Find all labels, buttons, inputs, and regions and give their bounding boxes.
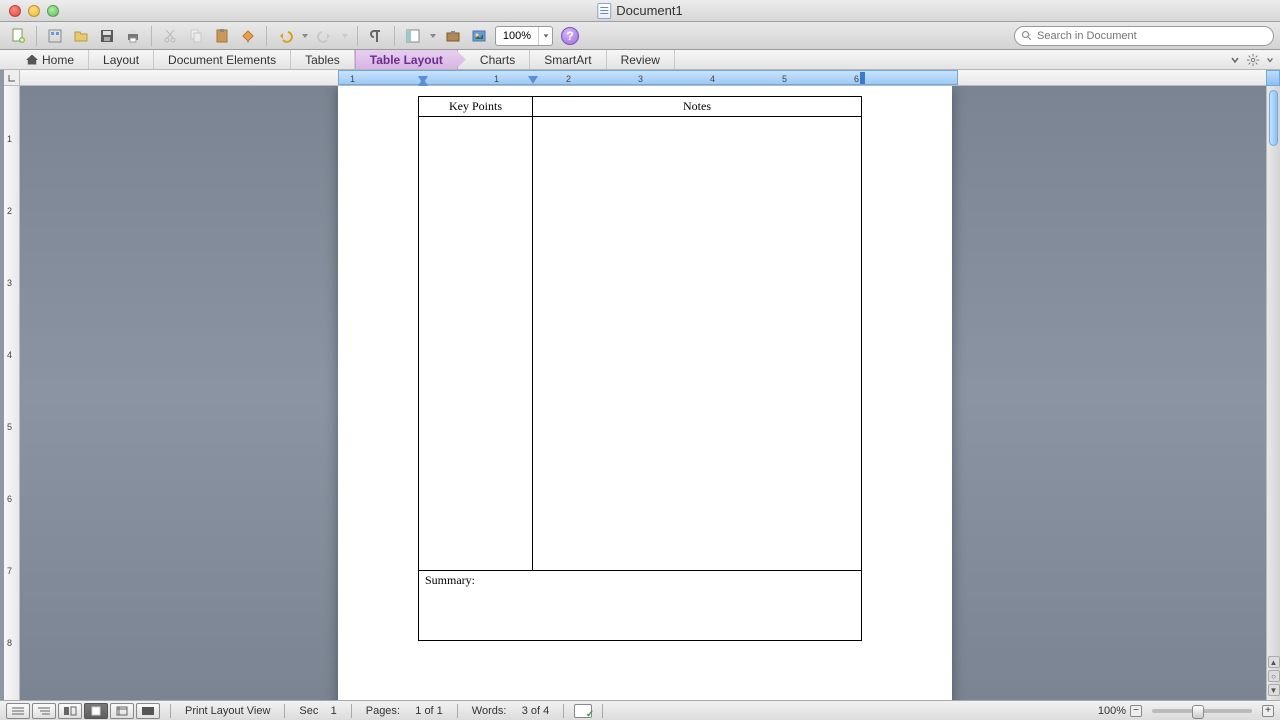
toolbar-separator <box>266 26 267 46</box>
ribbon-settings-dropdown[interactable] <box>1266 55 1274 65</box>
format-painter-button[interactable] <box>236 25 260 47</box>
template-button[interactable] <box>43 25 67 47</box>
show-formatting-button[interactable] <box>364 25 388 47</box>
tab-layout[interactable]: Layout <box>89 50 154 69</box>
print-layout-view-button[interactable] <box>84 703 108 719</box>
copy-button[interactable] <box>184 25 208 47</box>
search-box[interactable] <box>1014 26 1274 46</box>
words-indicator[interactable]: Words: 3 of 4 <box>468 705 553 717</box>
zoom-window-button[interactable] <box>47 5 59 17</box>
zoom-dropdown[interactable] <box>538 27 552 45</box>
table-cell-notes[interactable] <box>533 117 862 571</box>
vertical-scrollbar[interactable]: ▲ ○ ▼ <box>1266 86 1280 700</box>
traffic-lights <box>0 5 59 17</box>
scrollbar-thumb[interactable] <box>1269 90 1278 146</box>
standard-toolbar: ? <box>0 22 1280 50</box>
zoom-out-button[interactable]: − <box>1130 705 1142 717</box>
tab-charts[interactable]: Charts <box>458 50 530 69</box>
view-label[interactable]: Print Layout View <box>181 705 274 717</box>
media-browser-button[interactable] <box>467 25 491 47</box>
right-margin-marker[interactable] <box>860 72 865 84</box>
search-input[interactable] <box>1037 30 1267 42</box>
draft-view-button[interactable] <box>6 703 30 719</box>
open-button[interactable] <box>69 25 93 47</box>
tab-home[interactable]: Home <box>12 50 89 69</box>
status-bar: Print Layout View Sec 1 Pages: 1 of 1 Wo… <box>0 700 1280 720</box>
close-window-button[interactable] <box>9 5 21 17</box>
browse-object-button[interactable]: ○ <box>1268 670 1280 682</box>
tab-selector[interactable] <box>4 70 20 86</box>
horizontal-ruler-active <box>338 70 958 85</box>
vertical-ruler[interactable]: 1 2 3 4 5 6 7 8 <box>4 86 20 700</box>
page[interactable]: Key Points Notes Summary: <box>338 86 952 700</box>
pages-indicator[interactable]: Pages: 1 of 1 <box>362 705 447 717</box>
document-icon <box>597 3 611 19</box>
tab-smartart[interactable]: SmartArt <box>530 50 606 69</box>
tab-document-elements[interactable]: Document Elements <box>154 50 291 69</box>
paste-button[interactable] <box>210 25 234 47</box>
new-document-button[interactable] <box>6 25 30 47</box>
view-buttons <box>6 703 160 719</box>
zoom-level[interactable]: 100% <box>1098 705 1126 717</box>
publishing-view-button[interactable] <box>58 703 82 719</box>
notebook-view-button[interactable] <box>110 703 134 719</box>
section-indicator[interactable]: Sec 1 <box>295 705 340 717</box>
toolbar-separator <box>151 26 152 46</box>
zoom-in-button[interactable]: + <box>1262 705 1274 717</box>
outline-view-button[interactable] <box>32 703 56 719</box>
table-cell-summary[interactable]: Summary: <box>419 571 862 641</box>
ribbon-collapse-button[interactable] <box>1230 55 1240 65</box>
sidebar-button[interactable] <box>401 25 425 47</box>
titlebar: Document1 <box>0 0 1280 22</box>
cornell-notes-table[interactable]: Key Points Notes Summary: <box>418 96 862 641</box>
undo-button[interactable] <box>273 25 297 47</box>
undo-dropdown[interactable] <box>299 25 311 47</box>
window-title: Document1 <box>616 3 682 18</box>
ribbon-tabs: Home Layout Document Elements Tables Tab… <box>0 50 1280 70</box>
table-header-notes[interactable]: Notes <box>533 97 862 117</box>
window-title-wrap: Document1 <box>597 3 682 19</box>
save-button[interactable] <box>95 25 119 47</box>
redo-button[interactable] <box>313 25 337 47</box>
document-area[interactable]: Key Points Notes Summary: <box>20 86 1266 700</box>
cut-button[interactable] <box>158 25 182 47</box>
zoom-slider[interactable] <box>1152 709 1252 713</box>
toolbar-separator <box>394 26 395 46</box>
print-button[interactable] <box>121 25 145 47</box>
sidebar-toggle-button[interactable] <box>1266 70 1280 86</box>
spell-check-button[interactable] <box>574 704 592 718</box>
zoom-input[interactable] <box>496 30 538 42</box>
minimize-window-button[interactable] <box>28 5 40 17</box>
tab-review[interactable]: Review <box>607 50 675 69</box>
tab-table-layout[interactable]: Table Layout <box>355 50 458 69</box>
help-button[interactable]: ? <box>561 27 579 45</box>
prev-page-button[interactable]: ▲ <box>1268 656 1280 668</box>
toolbox-button[interactable] <box>441 25 465 47</box>
toolbar-separator <box>357 26 358 46</box>
tab-tables[interactable]: Tables <box>291 50 355 69</box>
search-icon <box>1021 30 1033 42</box>
redo-dropdown[interactable] <box>339 25 351 47</box>
zoom-combo[interactable] <box>495 26 553 46</box>
table-header-keypoints[interactable]: Key Points <box>419 97 533 117</box>
table-cell-keypoints[interactable] <box>419 117 533 571</box>
fullscreen-view-button[interactable] <box>136 703 160 719</box>
workspace: 1 1 2 3 4 5 6 1 2 3 4 5 6 7 8 Key Points… <box>0 70 1280 700</box>
next-page-button[interactable]: ▼ <box>1268 684 1280 696</box>
sidebar-dropdown[interactable] <box>427 25 439 47</box>
horizontal-ruler[interactable]: 1 1 2 3 4 5 6 <box>20 70 1266 86</box>
ribbon-settings-button[interactable] <box>1246 53 1260 67</box>
toolbar-separator <box>36 26 37 46</box>
